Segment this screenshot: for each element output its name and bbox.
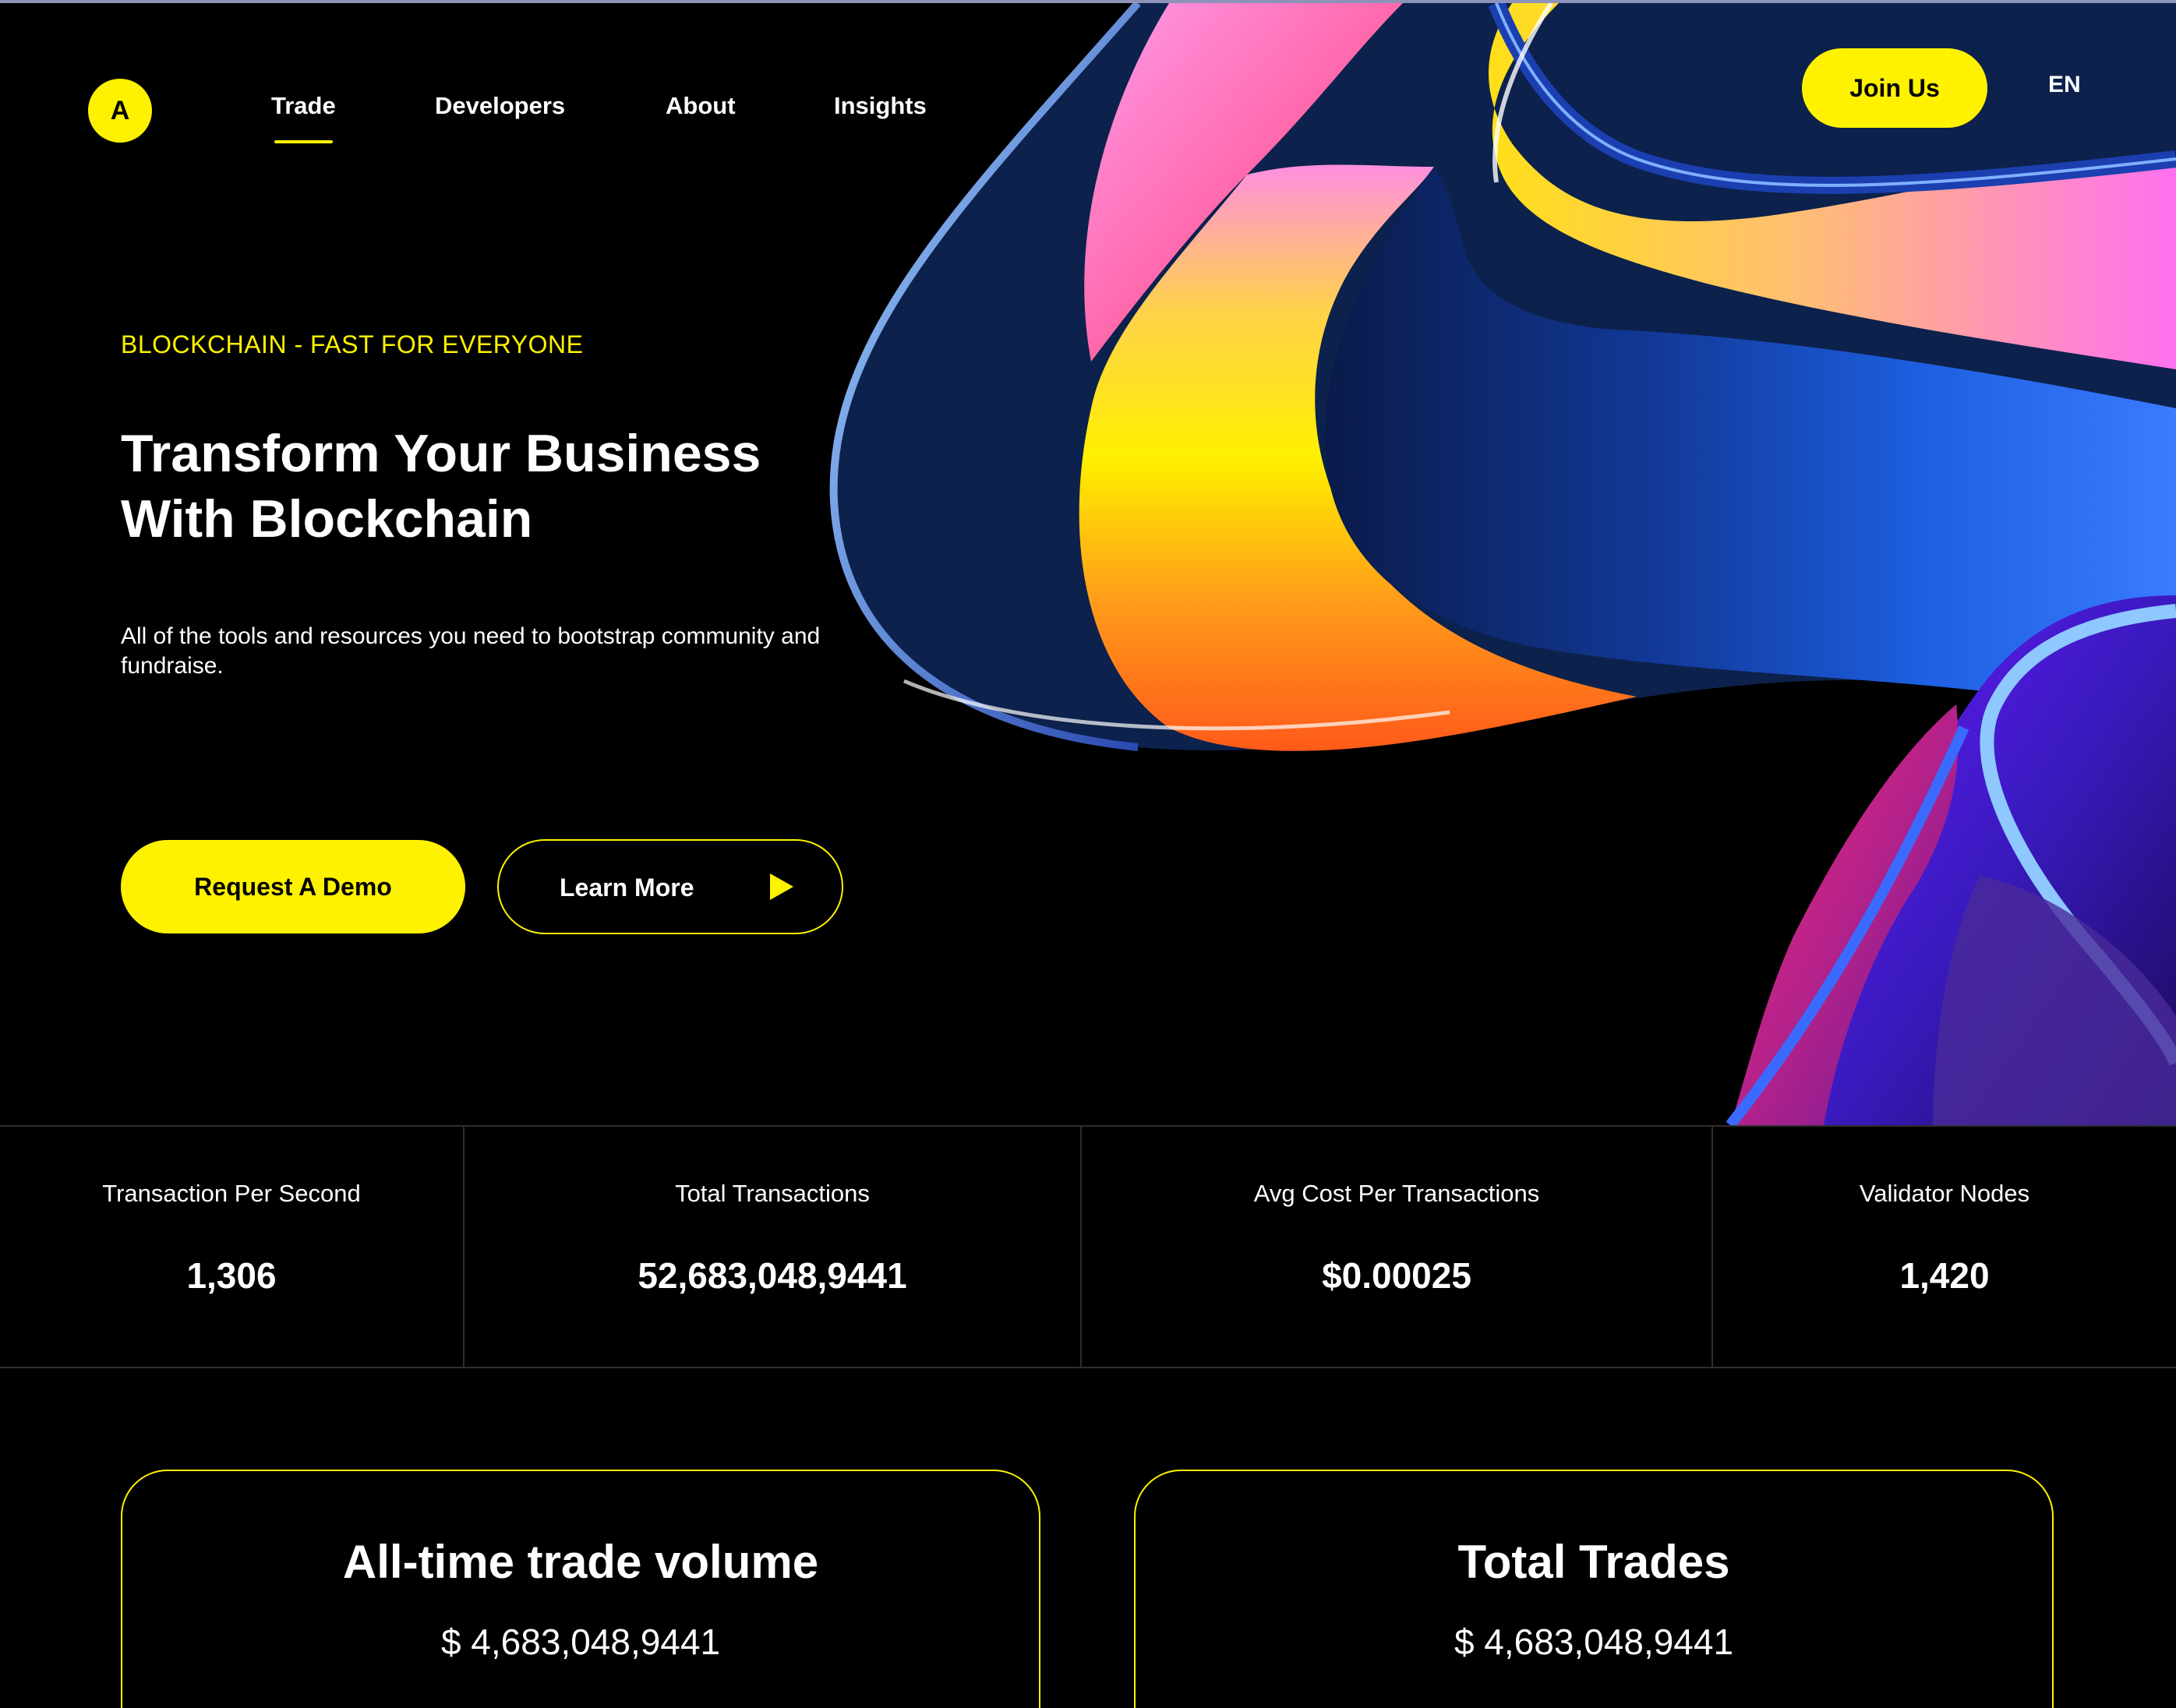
hero-title-line1: Transform Your Business <box>121 424 761 483</box>
stat-value: $0.00025 <box>1322 1255 1471 1296</box>
stat-validator-nodes: Validator Nodes 1,420 <box>1711 1127 2176 1367</box>
stat-total-transactions: Total Transactions 52,683,048,9441 <box>463 1127 1080 1367</box>
nav-item-developers[interactable]: Developers <box>435 92 565 120</box>
card-value: $ 4,683,048,9441 <box>1454 1622 1734 1662</box>
card-value: $ 4,683,048,9441 <box>440 1622 721 1662</box>
join-us-button[interactable]: Join Us <box>1802 48 1987 128</box>
stat-transactions-per-second: Transaction Per Second 1,306 <box>0 1127 463 1367</box>
hero-title: Transform Your Business With Blockchain <box>121 421 869 552</box>
nav-item-about[interactable]: About <box>666 92 736 120</box>
hero-eyebrow: BLOCKCHAIN - FAST FOR EVERYONE <box>121 330 584 358</box>
card-trade-volume: All-time trade volume $ 4,683,048,9441 <box>121 1470 1040 1708</box>
stat-label: Transaction Per Second <box>102 1180 361 1207</box>
stat-value: 1,306 <box>186 1255 277 1296</box>
hero-title-line2: With Blockchain <box>121 489 533 549</box>
learn-more-button[interactable]: Learn More <box>497 839 843 934</box>
stat-avg-cost: Avg Cost Per Transactions $0.00025 <box>1080 1127 1711 1367</box>
nav-item-trade[interactable]: Trade <box>271 92 336 143</box>
language-selector[interactable]: EN <box>2048 72 2081 98</box>
stats-bar: Transaction Per Second 1,306 Total Trans… <box>0 1125 2176 1368</box>
play-icon <box>770 873 793 900</box>
stat-label: Avg Cost Per Transactions <box>1253 1180 1540 1207</box>
learn-more-label: Learn More <box>560 873 694 902</box>
stat-value: 1,420 <box>1899 1255 1990 1296</box>
logo-letter: A <box>110 95 130 125</box>
hero-ribbon-artwork <box>811 3 2176 1125</box>
card-title: Total Trades <box>1457 1536 1730 1588</box>
stat-label: Total Transactions <box>675 1180 870 1207</box>
hero-subtitle: All of the tools and resources you need … <box>121 623 821 679</box>
stat-label: Validator Nodes <box>1859 1180 2030 1207</box>
logo[interactable]: A <box>88 79 152 143</box>
request-demo-button[interactable]: Request A Demo <box>121 840 465 933</box>
nav-item-insights[interactable]: Insights <box>834 92 927 120</box>
card-total-trades: Total Trades $ 4,683,048,9441 <box>1134 1470 2054 1708</box>
stat-value: 52,683,048,9441 <box>638 1255 907 1296</box>
card-title: All-time trade volume <box>342 1536 819 1588</box>
